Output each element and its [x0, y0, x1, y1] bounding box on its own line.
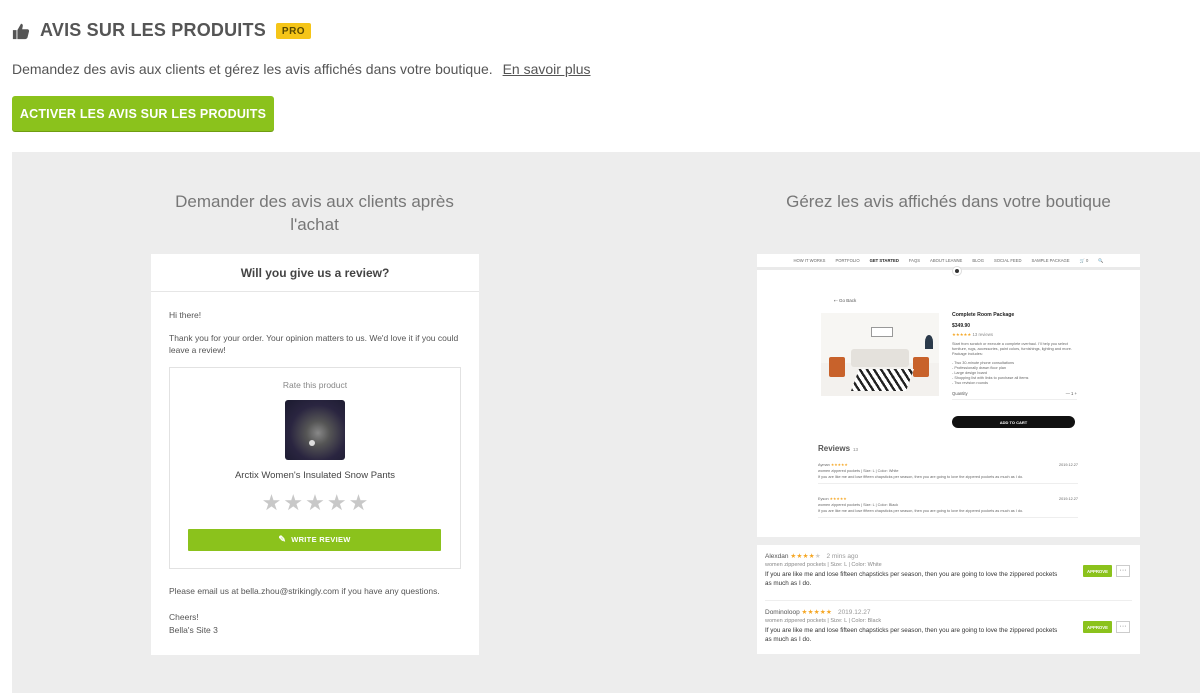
empty-star-icon: ★ — [814, 553, 821, 560]
reviewer-name: Ayman — [818, 463, 830, 467]
review-moderation-list: Alexdan ★★★★★ 2 mins ago women zippered … — [757, 545, 1140, 654]
reviewer-name: Dominoloop — [765, 609, 800, 616]
shop-nav-item: GET STARTED — [869, 258, 899, 263]
email-site-name: Bella's Site 3 — [169, 624, 218, 635]
shop-product-preview: HOW IT WORKS PORTFOLIO GET STARTED FAQS … — [757, 254, 1140, 537]
reviewer-name: Alexdan — [765, 553, 789, 560]
search-icon: 🔍 — [1098, 257, 1104, 263]
reviews-count: 13 — [853, 447, 859, 452]
review-stars-icon: ★★★★★ — [829, 497, 847, 501]
pending-review-row: Alexdan ★★★★★ 2 mins ago women zippered … — [765, 545, 1132, 595]
shop-nav-item: SAMPLE PACKAGE — [1031, 258, 1070, 263]
review-text: If you are like me and lose fifteen chap… — [818, 475, 1024, 479]
product-description: Start from scratch or execute a complete… — [952, 342, 1072, 357]
thumbs-up-icon — [12, 23, 30, 39]
review-stars-icon: ★★★★★ — [801, 609, 833, 616]
review-text: If you are like me and lose fifteen chap… — [818, 509, 1024, 513]
approve-button[interactable]: APPROVE — [1083, 621, 1112, 633]
product-name: Arctix Women's Insulated Snow Pants — [234, 470, 396, 481]
cart-icon: 🛒 0 — [1079, 257, 1089, 263]
pencil-icon: ✎ — [278, 534, 287, 544]
shop-nav-item: PORTFOLIO — [835, 258, 860, 263]
manage-reviews-title: Gérez les avis affichés dans votre bouti… — [786, 192, 1111, 211]
rating-stars[interactable]: ★ ★ ★ ★ ★ — [170, 491, 460, 514]
add-to-cart-button: ADD TO CART — [952, 416, 1075, 428]
review-text: If you are like me and lose fifteen chap… — [765, 627, 1058, 643]
learn-more-link[interactable]: En savoir plus — [503, 61, 591, 77]
shop-nav-item: SOCIAL FEED — [993, 258, 1022, 263]
reviews-heading: Reviews 13 — [818, 444, 858, 453]
quantity-controls: — 1 + — [1065, 390, 1077, 396]
shop-review: Ayman ★★★★★ 2019.12.27 women zippered po… — [818, 462, 1078, 484]
shop-review: Eyson ★★★★★ 2019.12.27 women zippered po… — [818, 496, 1078, 518]
star-icon[interactable]: ★ — [262, 491, 282, 514]
rating-stars-icon: ★★★★★ — [952, 332, 972, 337]
review-meta: women zippered pockets | Size: L | Color… — [765, 562, 882, 568]
email-message: Thank you for your order. Your opinion m… — [169, 332, 459, 356]
approve-button[interactable]: APPROVE — [1083, 565, 1112, 577]
email-heading: Will you give us a review? — [151, 254, 479, 292]
page-header: AVIS SUR LES PRODUITS PRO — [12, 20, 312, 41]
product-info: Complete Room Package $349.90 ★★★★★ 13 r… — [952, 312, 1077, 400]
product-price: $349.90 — [952, 323, 971, 329]
email-body: Hi there! Thank you for your order. Your… — [151, 309, 479, 636]
star-icon[interactable]: ★ — [327, 491, 347, 514]
shop-nav-item: HOW IT WORKS — [793, 258, 826, 263]
write-review-label: WRITE REVIEW — [291, 535, 351, 544]
shop-nav-item: ABOUT LEANNE — [930, 258, 963, 263]
review-stars-icon: ★★★★★ — [830, 463, 848, 467]
write-review-button[interactable]: ✎ WRITE REVIEW — [188, 528, 441, 551]
go-back-link: ⇠ Go Back — [834, 298, 857, 303]
activate-reviews-button[interactable]: ACTIVER LES AVIS SUR LES PRODUITS — [12, 96, 274, 131]
room-product-image — [821, 313, 939, 396]
review-stars-icon: ★★★★ — [790, 553, 815, 560]
page-description: Demandez des avis aux clients et gérez l… — [12, 61, 591, 77]
reviewer-name: Eyson — [818, 497, 829, 501]
email-signoff: Cheers! — [169, 612, 199, 622]
review-time: 2 mins ago — [826, 553, 859, 560]
review-date: 2019.12.27 — [1058, 463, 1078, 467]
package-item: - Two revision rounds — [952, 381, 989, 386]
package-list: - Two 30-minute phone consultations - Pr… — [952, 361, 1077, 387]
review-text: If you are like me and lose fifteen chap… — [765, 571, 1058, 587]
email-greeting: Hi there! — [169, 310, 202, 320]
description-text: Demandez des avis aux clients et gérez l… — [12, 61, 493, 77]
shop-nav-item: FAQS — [908, 258, 921, 263]
review-meta: women zippered pockets | Size: L | Color… — [765, 618, 882, 624]
review-request-email: Will you give us a review? Hi there! Tha… — [151, 254, 479, 655]
reviews-title: Reviews — [818, 444, 851, 453]
star-icon[interactable]: ★ — [283, 491, 303, 514]
star-icon[interactable]: ★ — [349, 491, 369, 514]
shop-nav-item: BLOG — [972, 258, 984, 263]
pending-review-row: Dominoloop ★★★★★ 2019.12.27 women zipper… — [765, 600, 1132, 650]
quantity-label: Quantity — [952, 390, 968, 396]
review-date: 2019.12.27 — [1058, 497, 1078, 501]
request-reviews-title: Demander des avis aux clients après l'ac… — [175, 192, 454, 234]
product-image — [285, 400, 345, 460]
shop-nav: HOW IT WORKS PORTFOLIO GET STARTED FAQS … — [757, 254, 1140, 270]
product-title: Complete Room Package — [952, 312, 1015, 318]
email-contact: Please email us at bella.zhou@strikingly… — [169, 585, 440, 596]
pro-badge: PRO — [275, 22, 312, 39]
quantity-stepper: Quantity — 1 + — [952, 391, 1077, 400]
rate-label: Rate this product — [282, 379, 348, 390]
product-rating: ★★★★★ 13 reviews — [952, 332, 1077, 338]
review-time: 2019.12.27 — [837, 609, 871, 616]
page-title: AVIS SUR LES PRODUITS — [40, 20, 266, 40]
shop-logo — [952, 266, 962, 276]
rating-count: 13 reviews — [972, 332, 994, 337]
more-options-button[interactable]: ··· — [1116, 565, 1130, 577]
star-icon[interactable]: ★ — [305, 491, 325, 514]
more-options-button[interactable]: ··· — [1116, 621, 1130, 633]
rate-product-box: Rate this product Arctix Women's Insulat… — [169, 366, 461, 569]
